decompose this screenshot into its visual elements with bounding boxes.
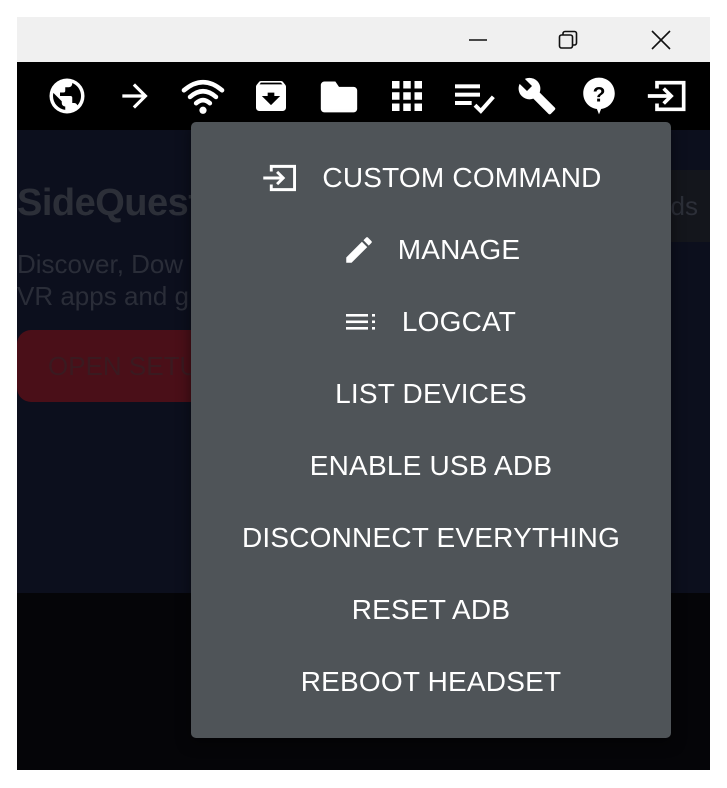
menu-item-manage[interactable]: MANAGE [191, 214, 671, 286]
menu-item-label: ENABLE USB ADB [309, 450, 553, 481]
close-icon [651, 29, 671, 50]
list-lines-icon [345, 311, 380, 333]
help-icon: ? [583, 77, 615, 115]
menu-item-reboot-headset[interactable]: REBOOT HEADSET [191, 646, 671, 718]
tools-dropdown-menu: CUSTOM COMMAND MANAGE LOGCAT LIST DEVICE… [191, 122, 671, 738]
arrow-right-icon [122, 83, 148, 109]
wifi-icon [181, 79, 225, 114]
toolbar-archive-button[interactable] [247, 74, 295, 118]
toolbar-help-button[interactable]: ? [575, 74, 623, 118]
menu-item-logcat[interactable]: LOGCAT [191, 286, 671, 358]
open-setup-button[interactable]: OPEN SETU [17, 330, 217, 402]
menu-item-label: DISCONNECT EVERYTHING [241, 522, 621, 553]
wrench-icon [518, 77, 556, 115]
downloads-tab[interactable]: ds [670, 170, 710, 242]
toolbar-tasks-button[interactable] [451, 74, 499, 118]
menu-item-label: MANAGE [397, 234, 521, 265]
minimize-button[interactable] [455, 17, 501, 62]
menu-item-label: LOGCAT [401, 306, 517, 337]
downloads-tab-label: ds [670, 191, 698, 221]
menu-item-label: CUSTOM COMMAND [322, 162, 602, 193]
hero-description: Discover, Dow VR apps and g [17, 248, 207, 312]
toolbar-apps-button[interactable] [383, 74, 431, 118]
menu-item-enable-usb-adb[interactable]: ENABLE USB ADB [191, 430, 671, 502]
archive-download-icon [256, 81, 286, 111]
checklist-icon [455, 84, 495, 114]
close-button[interactable] [638, 17, 684, 62]
toolbar-forward-button[interactable] [111, 74, 159, 118]
menu-item-custom-command[interactable]: CUSTOM COMMAND [191, 142, 671, 214]
minimize-icon [469, 38, 487, 41]
toolbar-globe-button[interactable] [43, 74, 91, 118]
restore-button[interactable] [545, 17, 591, 62]
exit-to-app-icon [647, 80, 686, 112]
menu-item-label: LIST DEVICES [335, 378, 527, 409]
toolbar-wifi-button[interactable] [179, 74, 227, 118]
folder-icon [320, 81, 358, 113]
menu-item-label: RESET ADB [351, 594, 511, 625]
apps-grid-icon [392, 81, 422, 111]
toolbar-folder-button[interactable] [315, 74, 363, 118]
toolbar-tools-button[interactable] [513, 74, 561, 118]
menu-item-disconnect-everything[interactable]: DISCONNECT EVERYTHING [191, 502, 671, 574]
hero-title: SideQuest [17, 182, 201, 224]
exit-to-app-icon [260, 162, 300, 194]
menu-item-list-devices[interactable]: LIST DEVICES [191, 358, 671, 430]
toolbar-exit-button[interactable] [643, 74, 691, 118]
menu-item-label: REBOOT HEADSET [300, 666, 562, 697]
svg-text:?: ? [593, 83, 606, 106]
globe-icon [49, 78, 85, 114]
menu-item-reset-adb[interactable]: RESET ADB [191, 574, 671, 646]
hero-description-line: Discover, Dow [17, 249, 184, 279]
hero-description-line: VR apps and g [17, 281, 190, 311]
restore-icon [558, 30, 578, 49]
title-bar [17, 17, 710, 62]
pencil-icon [342, 233, 376, 267]
toolbar: ? [17, 62, 710, 130]
